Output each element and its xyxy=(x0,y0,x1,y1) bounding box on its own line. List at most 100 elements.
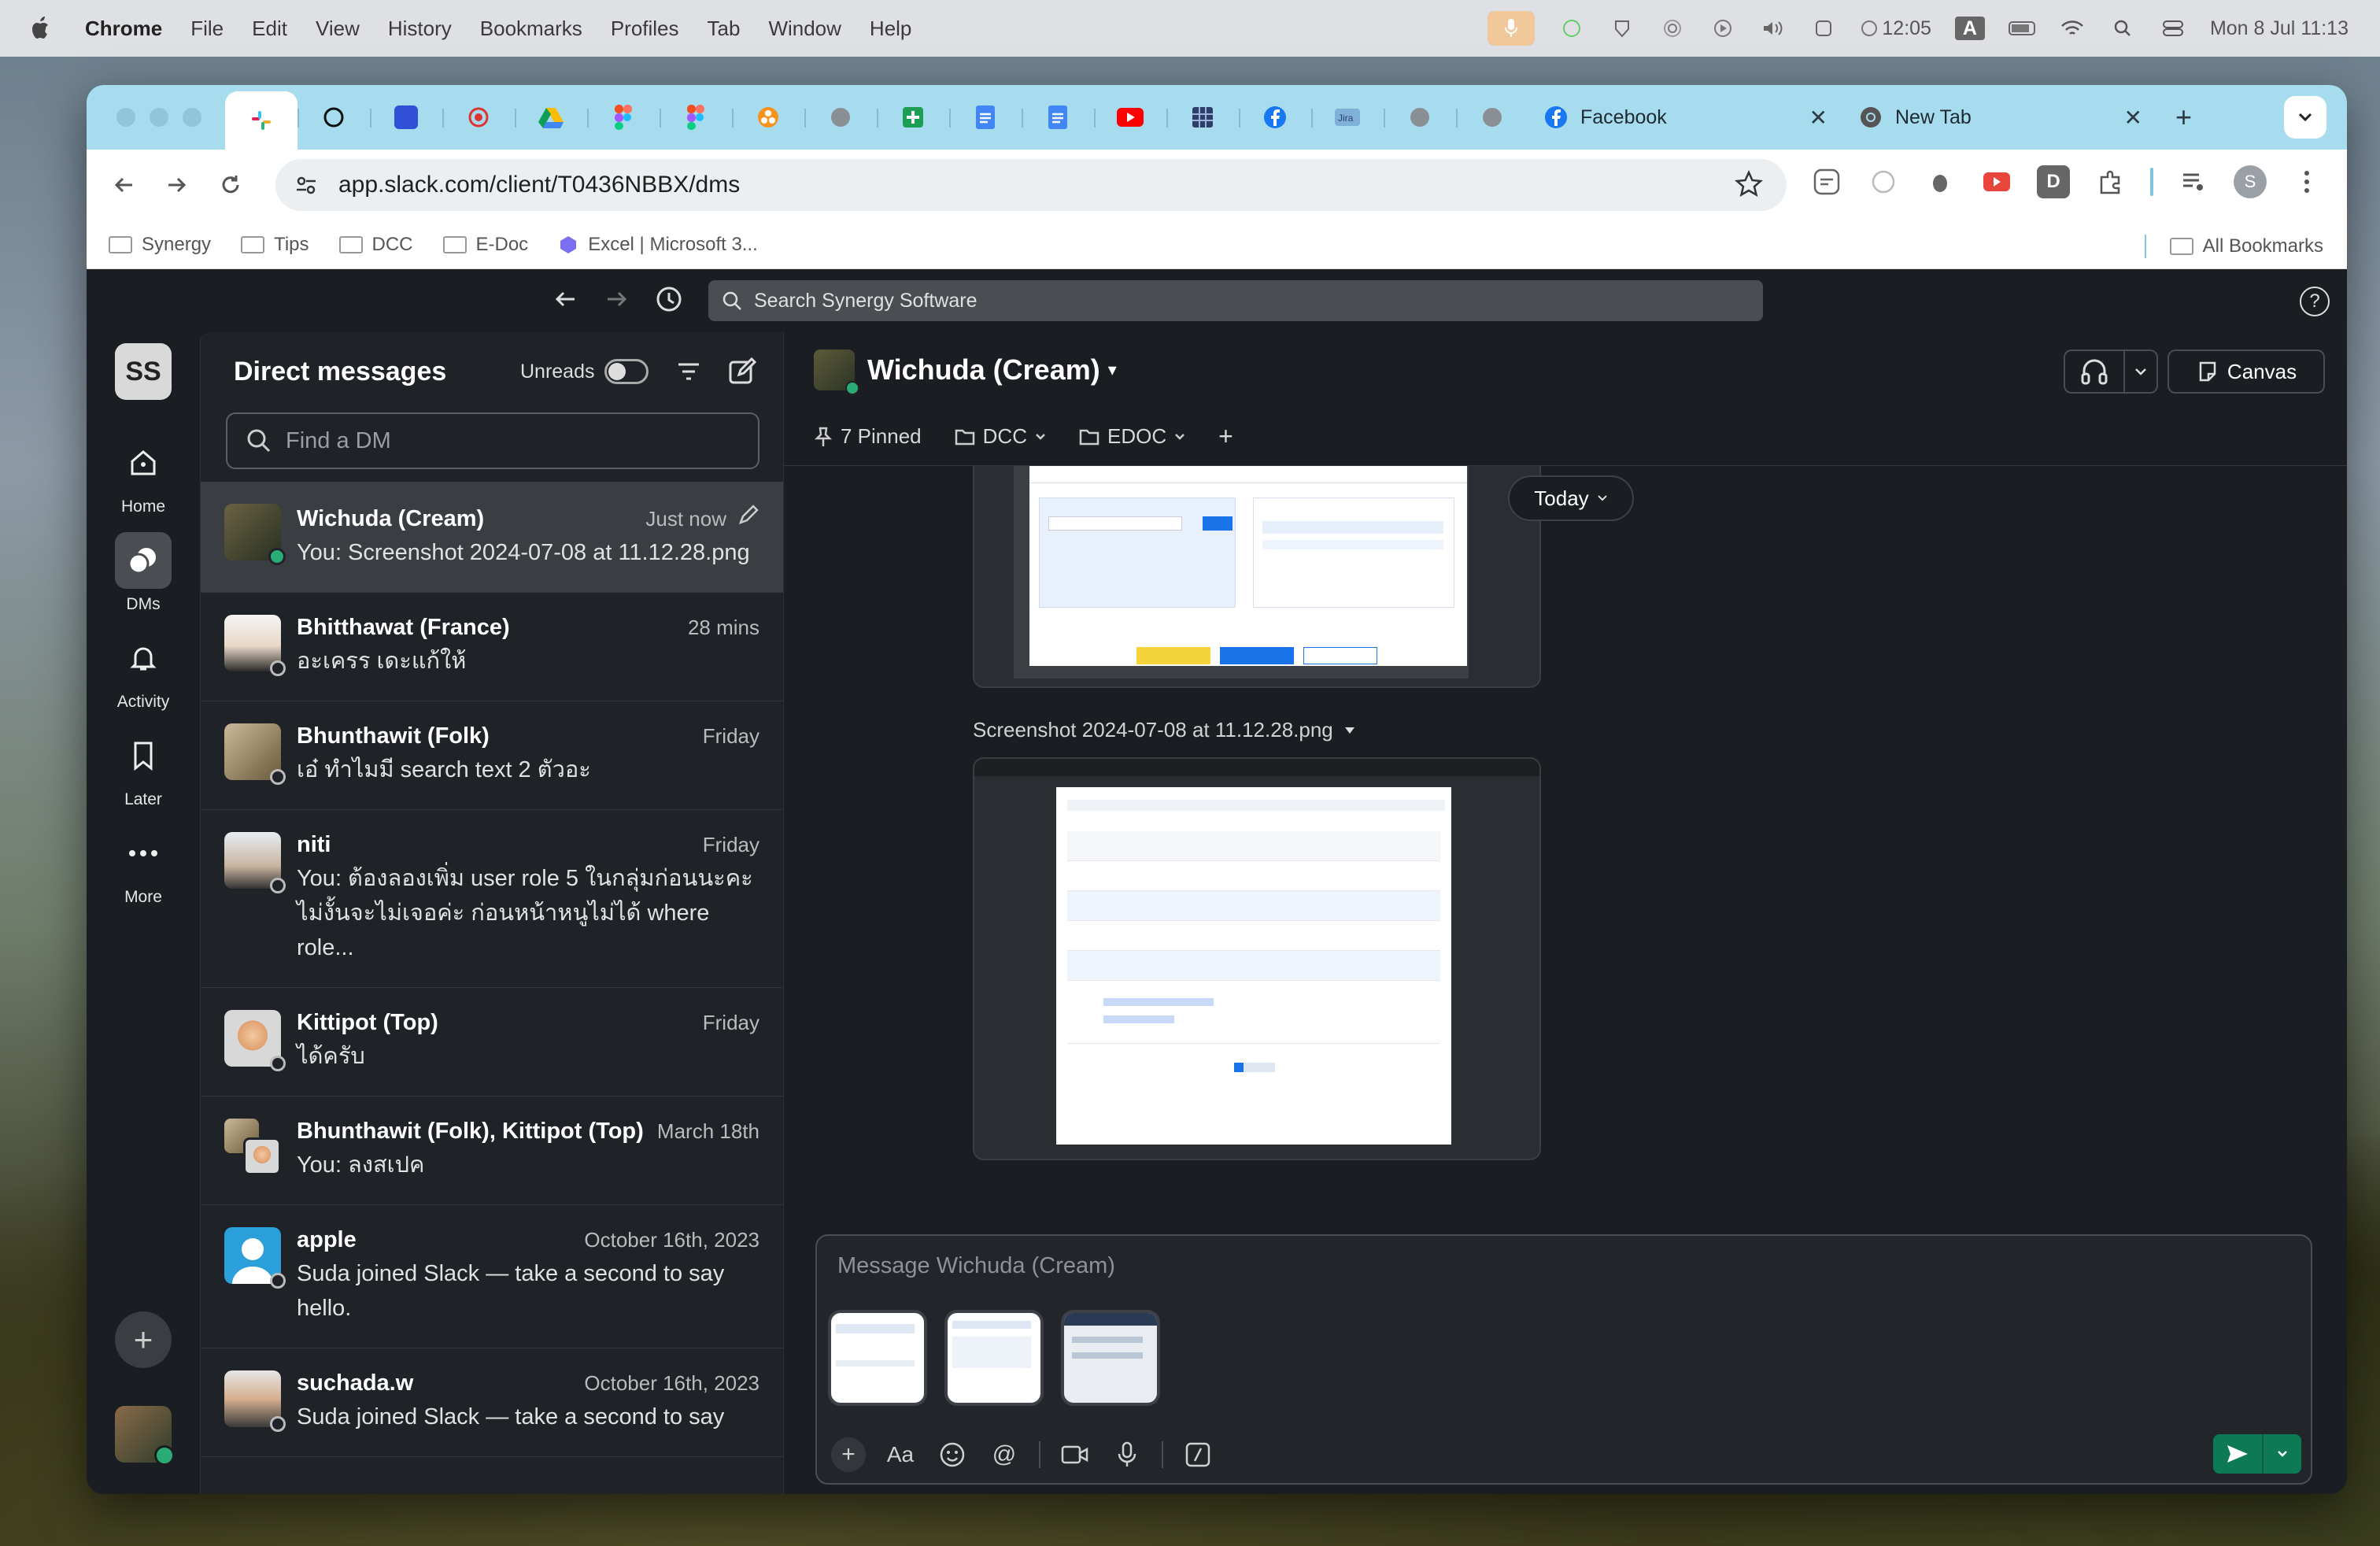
attachment-thumbnail[interactable] xyxy=(944,1310,1044,1406)
timer-status[interactable]: 12:05 xyxy=(1861,17,1931,40)
rail-more[interactable]: More xyxy=(115,825,172,907)
kebab-menu-icon[interactable] xyxy=(2290,165,2323,198)
bookmark-excel[interactable]: Excel | Microsoft 3... xyxy=(558,234,758,256)
pinned-tab-sheets-plus[interactable] xyxy=(877,91,949,143)
pinned-tab-jira[interactable]: Jira xyxy=(1311,91,1384,143)
dm-item-bhunthawit[interactable]: Bhunthawit (Folk) Friday เอ๋ ทำไมมี searc… xyxy=(201,701,783,810)
back-arrow-icon[interactable] xyxy=(551,285,579,317)
menu-file[interactable]: File xyxy=(190,17,224,41)
record-extension-icon[interactable] xyxy=(1980,165,2013,198)
dm-item-bhitthawat[interactable]: Bhitthawat (France) 28 mins อะเครร เดะแก้… xyxy=(201,593,783,701)
pinned-tab-facebook[interactable] xyxy=(1239,91,1311,143)
pinned-tab-slack[interactable] xyxy=(225,91,298,150)
audio-clip-microphone-icon[interactable] xyxy=(1110,1437,1144,1472)
history-clock-icon[interactable] xyxy=(655,285,683,317)
menu-profiles[interactable]: Profiles xyxy=(611,17,679,41)
forward-arrow-icon[interactable] xyxy=(603,285,631,317)
pinned-tab-drive[interactable] xyxy=(515,91,587,143)
tab-search-chevron-icon[interactable] xyxy=(2284,96,2326,139)
image-attachment-2[interactable] xyxy=(973,757,1541,1160)
toggle-switch[interactable] xyxy=(604,359,649,384)
menu-bookmarks[interactable]: Bookmarks xyxy=(480,17,582,41)
all-bookmarks-button[interactable]: All Bookmarks xyxy=(2144,235,2323,258)
attachment-thumbnail[interactable] xyxy=(1061,1310,1160,1406)
chevron-down-icon[interactable] xyxy=(2125,368,2156,375)
profile-avatar[interactable]: S xyxy=(2234,165,2267,198)
menu-edit[interactable]: Edit xyxy=(252,17,287,41)
menu-window[interactable]: Window xyxy=(768,17,841,41)
battery-icon[interactable] xyxy=(2008,17,2035,40)
add-bookmark-plus-icon[interactable]: + xyxy=(1218,422,1233,451)
attachment-thumbnail[interactable] xyxy=(828,1310,927,1406)
mention-icon[interactable]: @ xyxy=(987,1437,1022,1472)
pinned-tab-docs-1[interactable] xyxy=(949,91,1022,143)
menu-history[interactable]: History xyxy=(388,17,452,41)
pinned-tab-chatgpt[interactable] xyxy=(298,91,370,143)
pinned-button[interactable]: 7 Pinned xyxy=(814,424,922,449)
formatting-icon[interactable]: Aa xyxy=(883,1437,918,1472)
image-attachment-1[interactable] xyxy=(973,466,1541,688)
media-queue-icon[interactable] xyxy=(2177,165,2210,198)
pinned-tab-docs-2[interactable] xyxy=(1022,91,1094,143)
d-extension-icon[interactable]: D xyxy=(2037,165,2070,198)
close-window-button[interactable] xyxy=(116,108,135,127)
tab-facebook[interactable]: Facebook ✕ xyxy=(1528,91,1843,143)
compose-icon[interactable] xyxy=(726,356,758,387)
pinned-tab-globe-2[interactable] xyxy=(1384,91,1456,143)
dm-item-suchada[interactable]: suchada.w October 16th, 2023 Suda joined … xyxy=(201,1348,783,1457)
menu-view[interactable]: View xyxy=(316,17,360,41)
unreads-toggle[interactable]: Unreads xyxy=(520,359,649,384)
workspace-switcher[interactable]: SS xyxy=(115,343,172,400)
pinned-tab-globe-3[interactable] xyxy=(1456,91,1528,143)
close-tab-icon[interactable]: ✕ xyxy=(2124,105,2142,131)
bookmark-star-icon[interactable] xyxy=(1734,169,1764,205)
minimize-window-button[interactable] xyxy=(150,108,168,127)
menu-help[interactable]: Help xyxy=(870,17,911,41)
dm-item-kittipot[interactable]: Kittipot (Top) Friday ได้ครับ xyxy=(201,988,783,1097)
back-arrow-icon[interactable] xyxy=(104,165,143,205)
bookmark-folder-dcc[interactable]: DCC xyxy=(338,234,413,256)
help-icon[interactable]: ? xyxy=(2300,287,2330,316)
file-name-header[interactable]: Screenshot 2024-07-08 at 11.12.28.png xyxy=(973,718,1355,742)
bookmark-folder-tips[interactable]: Tips xyxy=(241,234,309,256)
date-divider-pill[interactable]: Today xyxy=(1508,475,1634,521)
pinned-tab-figma-1[interactable] xyxy=(587,91,660,143)
site-settings-icon[interactable] xyxy=(294,173,318,197)
bookmark-folder-dcc[interactable]: DCC xyxy=(955,424,1046,449)
send-arrow-icon[interactable] xyxy=(2213,1434,2264,1474)
chevron-down-icon[interactable]: ▾ xyxy=(1108,360,1117,380)
bug-extension-icon[interactable] xyxy=(1924,165,1957,198)
huddle-button[interactable] xyxy=(2064,350,2158,394)
schedule-chevron-down-icon[interactable] xyxy=(2264,1450,2301,1458)
new-tab-plus-icon[interactable]: + xyxy=(2175,101,2192,134)
input-source-indicator[interactable]: A xyxy=(1954,17,1985,40)
control-center-icon[interactable] xyxy=(2160,17,2186,40)
apple-menu-icon[interactable] xyxy=(30,16,61,41)
message-composer[interactable]: Message Wichuda (Cream) + Aa @ xyxy=(815,1234,2312,1485)
dm-item-niti[interactable]: niti Friday You: ต้องลองเพิ่ม user role 5… xyxy=(201,810,783,988)
line-extension-icon[interactable] xyxy=(1810,165,1843,198)
tab-new-tab[interactable]: New Tab ✕ xyxy=(1843,91,2158,143)
rail-home[interactable]: Home xyxy=(115,435,172,516)
pinned-tab-app-blue[interactable] xyxy=(370,91,442,143)
airplay-icon[interactable] xyxy=(1659,17,1686,40)
pinned-tab-record[interactable] xyxy=(442,91,515,143)
add-workspace-plus-icon[interactable]: + xyxy=(115,1311,172,1368)
rail-dms[interactable]: DMs xyxy=(115,532,172,614)
pinned-tab-orange-app[interactable] xyxy=(732,91,804,143)
slack-search-bar[interactable]: Search Synergy Software xyxy=(708,280,1763,321)
user-avatar[interactable] xyxy=(115,1406,175,1466)
menu-tab[interactable]: Tab xyxy=(708,17,741,41)
video-clip-icon[interactable] xyxy=(1058,1437,1092,1472)
clock-extension-icon[interactable] xyxy=(1867,165,1900,198)
pinned-tab-globe-1[interactable] xyxy=(804,91,877,143)
find-dm-input[interactable]: Find a DM xyxy=(226,412,759,469)
play-icon[interactable] xyxy=(1709,17,1736,40)
bookmark-folder-synergy[interactable]: Synergy xyxy=(109,234,211,256)
microphone-icon[interactable] xyxy=(1487,11,1535,46)
dm-item-wichuda[interactable]: Wichuda (Cream) Just now You: Screenshot… xyxy=(201,482,783,593)
wifi-icon[interactable] xyxy=(2059,17,2086,40)
pinned-tab-grid-app[interactable] xyxy=(1166,91,1239,143)
spotlight-search-icon[interactable] xyxy=(2109,17,2136,40)
dm-item-apple[interactable]: apple October 16th, 2023 Suda joined Slac… xyxy=(201,1205,783,1348)
